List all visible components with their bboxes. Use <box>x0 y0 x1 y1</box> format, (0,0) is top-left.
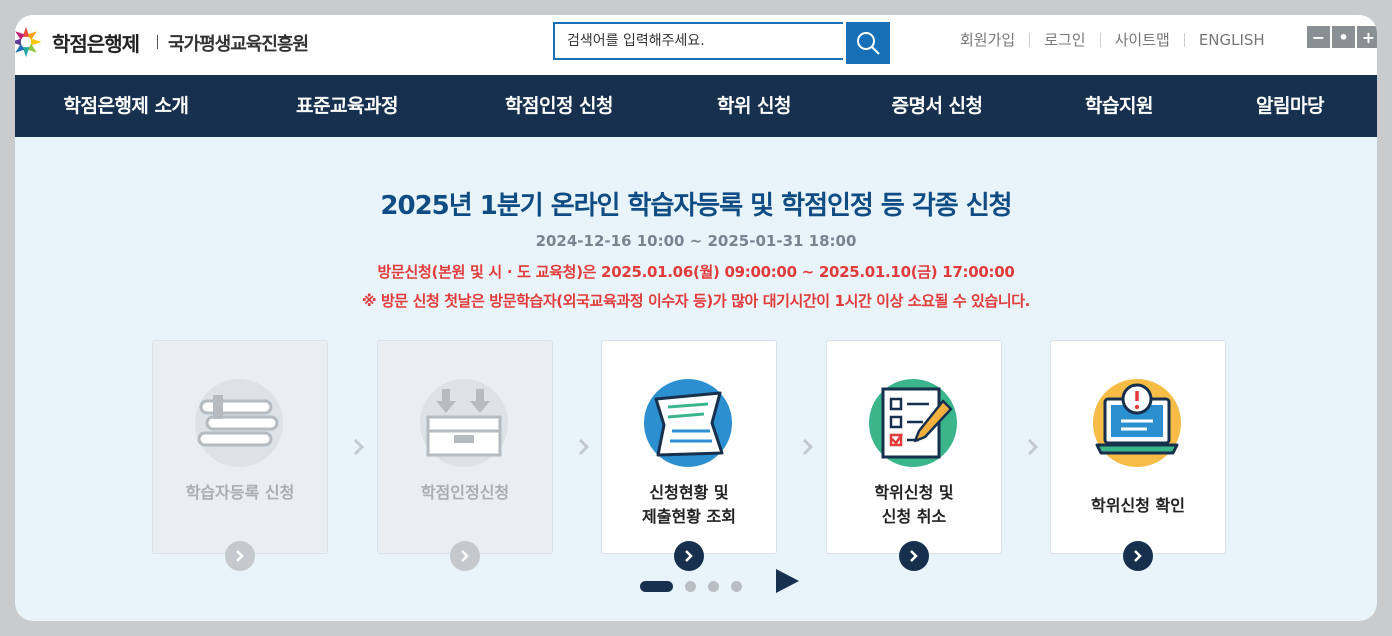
card-degree-confirmation[interactable]: 학위신청 확인 <box>1050 340 1226 571</box>
chevron-right-icon <box>802 438 814 456</box>
zoom-control: − • + <box>1307 26 1377 48</box>
books-icon <box>195 379 283 467</box>
link-divider <box>1183 32 1185 47</box>
card-label-line1: 학위신청 및 <box>874 483 954 502</box>
card-label: 학습자등록 신청 <box>185 483 295 502</box>
search-input[interactable] <box>555 24 849 58</box>
go-button[interactable] <box>225 541 255 571</box>
chevron-right-icon <box>910 550 918 562</box>
card-learner-registration[interactable]: 학습자등록 신청 <box>152 340 328 571</box>
chevron-right-icon <box>1134 550 1142 562</box>
carousel-dot-2[interactable] <box>685 581 696 592</box>
org-name[interactable]: 국가평생교육진흥원 <box>168 30 309 56</box>
chevron-right-icon <box>578 438 590 456</box>
login-link[interactable]: 로그인 <box>1044 29 1085 50</box>
utility-links: 회원가입 로그인 사이트맵 ENGLISH <box>960 29 1265 50</box>
sitemap-link[interactable]: 사이트맵 <box>1115 29 1170 50</box>
chevron-right-icon <box>1027 438 1039 456</box>
nav-item-curriculum[interactable]: 표준교육과정 <box>296 75 398 137</box>
logo-divider <box>157 35 158 49</box>
card-label-line2: 신청 취소 <box>881 507 947 526</box>
card-label: 학위신청 확인 <box>1091 496 1185 515</box>
chevron-right-icon <box>461 550 469 562</box>
carousel-pagination <box>640 581 742 592</box>
card-credit-recognition[interactable]: 학점인정신청 <box>377 340 553 571</box>
zoom-reset-button[interactable]: • <box>1332 26 1355 48</box>
nav-item-credit-apply[interactable]: 학점인정 신청 <box>505 75 614 137</box>
chevron-right-icon <box>236 550 244 562</box>
card-degree-application[interactable]: 학위신청 및 신청 취소 <box>826 340 1002 571</box>
chevron-right-icon <box>685 550 693 562</box>
visit-notice: 방문신청(본원 및 시 · 도 교육청)은 2025.01.06(월) 09:0… <box>377 263 1015 281</box>
join-link[interactable]: 회원가입 <box>960 29 1015 50</box>
search-box <box>553 22 849 60</box>
document-icon <box>644 379 732 467</box>
page: 학점은행제 국가평생교육진흥원 회원가입 로그인 사이트맵 ENGLISH − … <box>15 15 1377 621</box>
inbox-tray-icon <box>420 379 508 467</box>
english-link[interactable]: ENGLISH <box>1199 31 1265 49</box>
link-divider <box>1099 32 1101 47</box>
checklist-pencil-icon <box>869 379 957 467</box>
carousel-dot-4[interactable] <box>731 581 742 592</box>
play-icon[interactable] <box>774 568 800 594</box>
card-label: 학점인정신청 <box>420 483 510 502</box>
chevron-right-icon <box>353 438 365 456</box>
zoom-in-button[interactable]: + <box>1357 26 1377 48</box>
banner-title: 2025년 1분기 온라인 학습자등록 및 학점인정 등 각종 신청 <box>380 191 1012 221</box>
nav-item-degree-apply[interactable]: 학위 신청 <box>717 75 792 137</box>
go-button[interactable] <box>899 541 929 571</box>
card-label-line2: 제출현황 조회 <box>642 507 736 526</box>
laptop-alert-icon <box>1093 379 1181 467</box>
search-button[interactable] <box>846 22 890 64</box>
nav-item-learning-support[interactable]: 학습지원 <box>1085 75 1153 137</box>
logo-text[interactable]: 학점은행제 <box>52 28 140 57</box>
carousel-dot-1[interactable] <box>640 581 673 592</box>
search-icon <box>857 32 880 55</box>
link-divider <box>1029 32 1031 47</box>
nav-item-notice[interactable]: 알림마당 <box>1256 75 1324 137</box>
nav-item-intro[interactable]: 학점은행제 소개 <box>64 75 189 137</box>
go-button[interactable] <box>1123 541 1153 571</box>
logo-icon[interactable] <box>15 25 43 59</box>
header: 학점은행제 국가평생교육진흥원 회원가입 로그인 사이트맵 ENGLISH − … <box>15 15 1377 75</box>
main-nav: 학점은행제 소개 표준교육과정 학점인정 신청 학위 신청 증명서 신청 학습지… <box>15 75 1377 137</box>
zoom-out-button[interactable]: − <box>1307 26 1330 48</box>
go-button[interactable] <box>450 541 480 571</box>
banner-date-range: 2024-12-16 10:00 ~ 2025-01-31 18:00 <box>535 232 857 250</box>
nav-item-certificate[interactable]: 증명서 신청 <box>891 75 983 137</box>
card-label-line1: 신청현황 및 <box>649 483 729 502</box>
carousel-dot-3[interactable] <box>708 581 719 592</box>
card-application-status[interactable]: 신청현황 및 제출현황 조회 <box>601 340 777 571</box>
go-button[interactable] <box>674 541 704 571</box>
waiting-warning: ※ 방문 신청 첫날은 방문학습자(외국교육과정 이수자 등)가 많아 대기시간… <box>362 292 1030 310</box>
